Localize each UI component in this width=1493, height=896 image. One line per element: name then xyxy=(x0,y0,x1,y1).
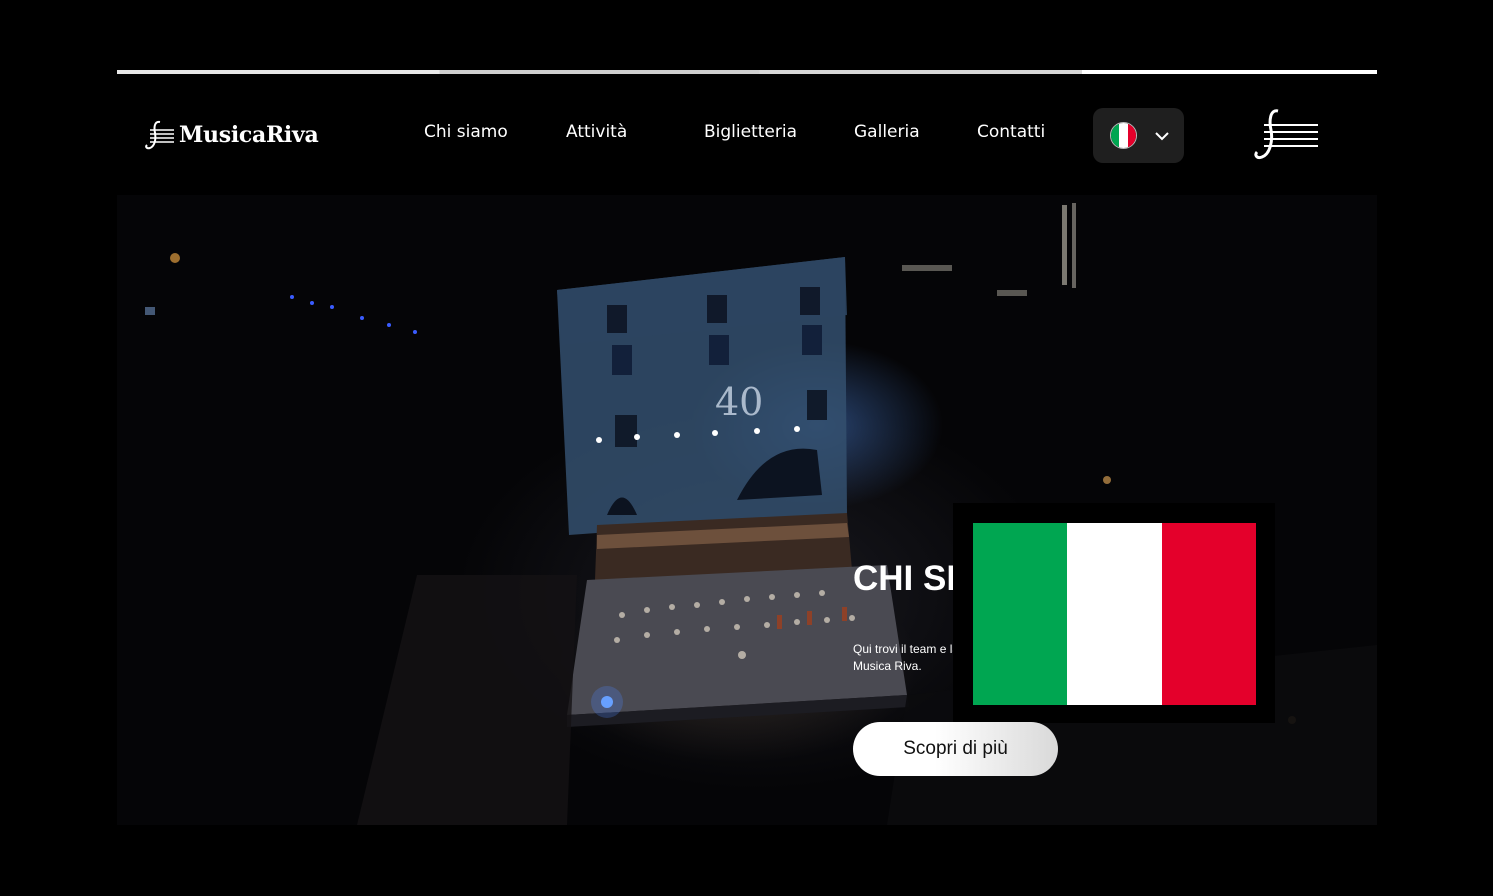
italian-flag-overlay xyxy=(953,503,1275,723)
hero-subtitle-line-2: Musica Riva. xyxy=(853,659,922,673)
progress-line xyxy=(117,70,1377,74)
nav-item-biglietteria[interactable]: Biglietteria xyxy=(704,122,797,142)
discover-more-button[interactable]: Scopri di più xyxy=(853,722,1058,776)
nav-item-attivita[interactable]: Attività xyxy=(566,122,627,142)
svg-text:40: 40 xyxy=(715,380,763,424)
logo[interactable]: MusicaRiva xyxy=(141,118,319,152)
logo-text: MusicaRiva xyxy=(179,122,319,148)
nav-item-galleria[interactable]: Galleria xyxy=(854,122,920,142)
italian-flag-icon xyxy=(1110,122,1137,149)
language-selector[interactable] xyxy=(1093,108,1184,163)
page: MusicaRiva Chi siamo Attività Biglietter… xyxy=(0,0,1493,896)
hero-title: CHI SIAMO xyxy=(853,559,953,598)
nav-item-contatti[interactable]: Contatti xyxy=(977,122,1045,142)
hero-subtitle: Qui trovi il team e la storia di Musica … xyxy=(853,641,953,675)
treble-staff-logo-icon xyxy=(145,120,174,150)
nav-item-chi-siamo[interactable]: Chi siamo xyxy=(424,122,508,142)
chevron-down-icon xyxy=(1155,132,1169,141)
hamburger-staff-icon[interactable] xyxy=(1248,108,1320,162)
hero-subtitle-line-1: Qui trovi il team e la storia di xyxy=(853,642,953,656)
italian-flag-large-icon xyxy=(973,523,1256,705)
